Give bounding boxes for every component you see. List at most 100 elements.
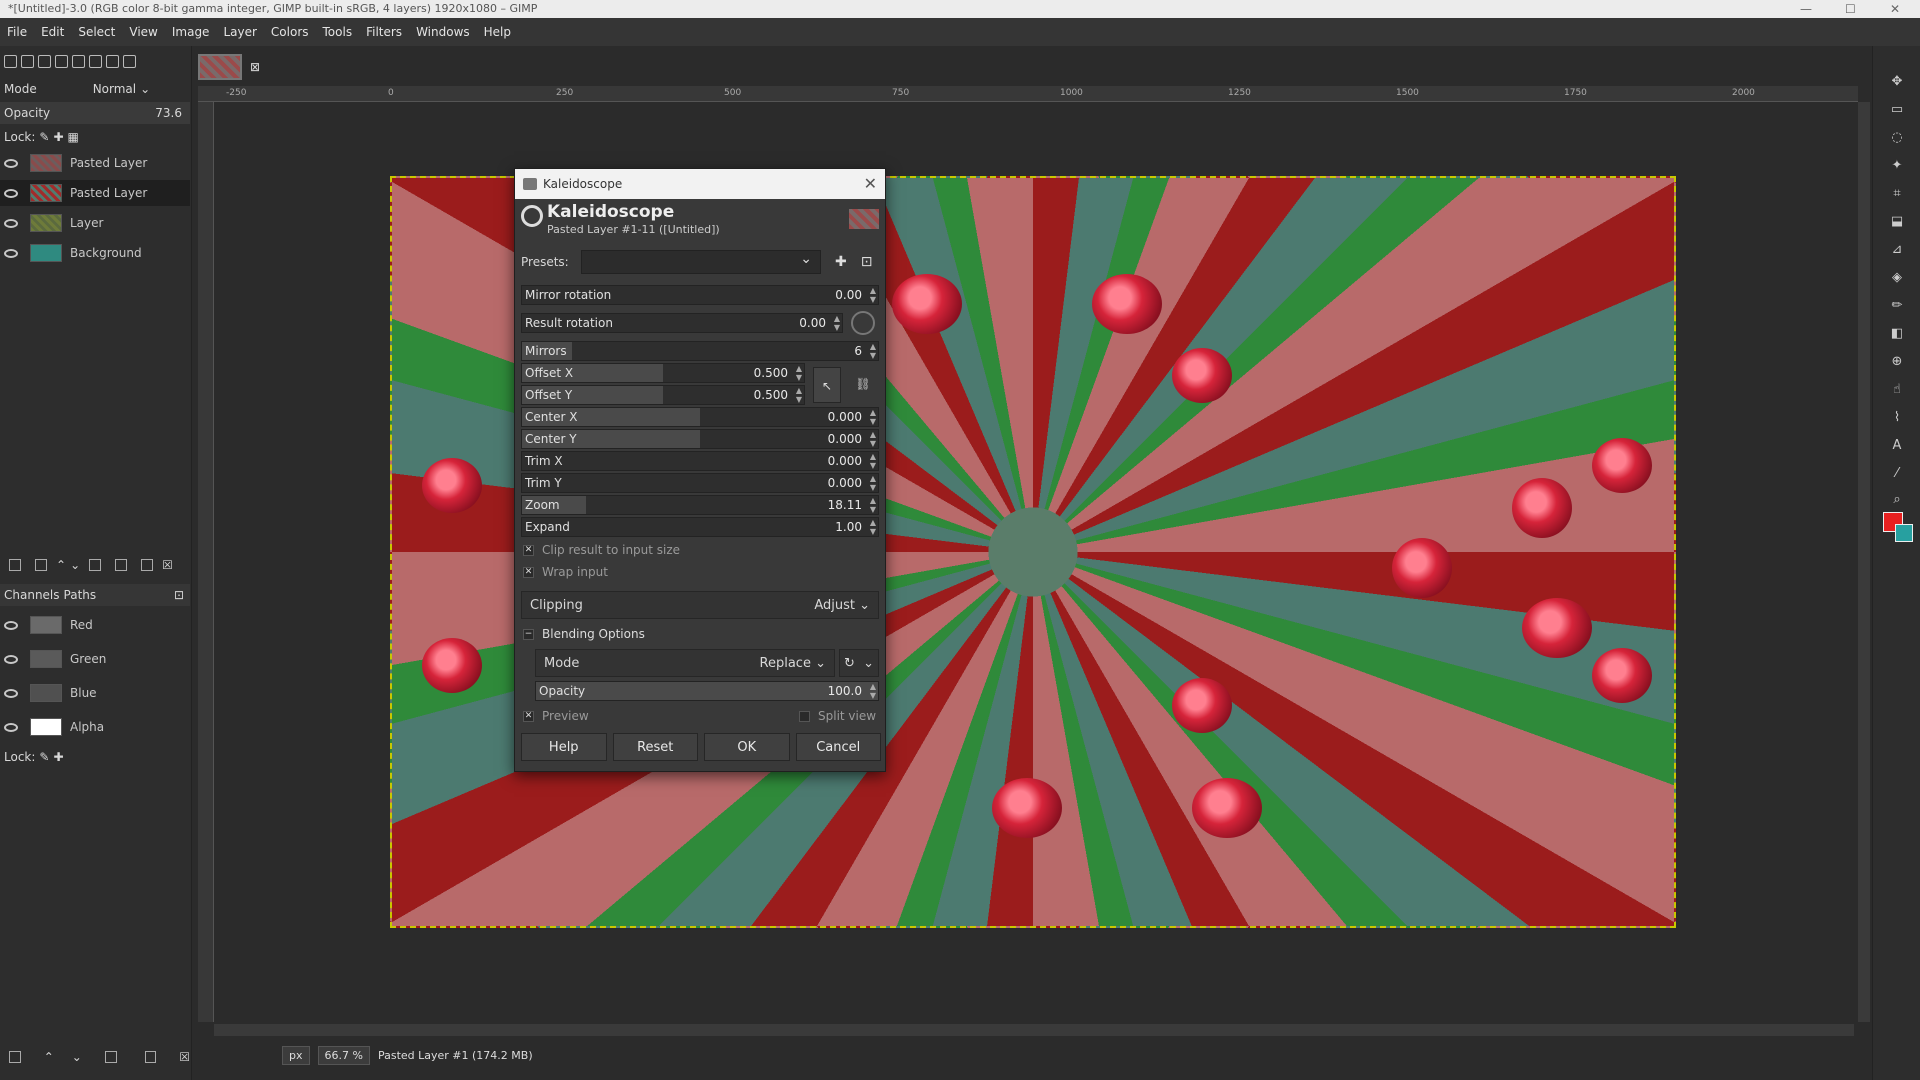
add-preset-icon[interactable]: ✚: [835, 254, 847, 270]
param-value[interactable]: 0.500: [754, 366, 788, 380]
duplicate-icon[interactable]: [89, 559, 102, 571]
rect-select-icon[interactable]: ▭: [1889, 102, 1905, 118]
menu-help[interactable]: Help: [477, 25, 518, 39]
checkbox-checked-icon[interactable]: ✕: [523, 566, 534, 578]
blend-opacity-spin[interactable]: Opacity 100.0 ▲ ▼: [535, 681, 879, 701]
maximize-icon[interactable]: ☐: [1845, 0, 1856, 18]
eraser-icon[interactable]: ◧: [1889, 326, 1905, 342]
color-picker-icon[interactable]: ⁄: [1889, 466, 1905, 482]
trim-x-spin[interactable]: Trim X 0.000 ▲ ▼: [521, 451, 879, 471]
device-tab-icon[interactable]: [55, 54, 68, 68]
channel-row[interactable]: Alpha: [0, 714, 190, 740]
image-tab-thumbnail[interactable]: [198, 54, 242, 80]
unit-select[interactable]: px: [282, 1045, 310, 1065]
chevron-down-icon[interactable]: ⌄: [140, 82, 150, 96]
spin-arrows-icon[interactable]: ▲ ▼: [870, 452, 876, 470]
channel-row[interactable]: Blue: [0, 680, 190, 706]
lock-position-icon[interactable]: ✚: [53, 750, 63, 764]
chevron-up-icon[interactable]: ⌃: [56, 558, 66, 572]
param-value[interactable]: 6: [854, 344, 862, 358]
bucket-fill-icon[interactable]: ◈: [1889, 270, 1905, 286]
tab-menu-icon[interactable]: ⊡: [174, 588, 184, 602]
result-rotation-spin[interactable]: Result rotation 0.00 ▲ ▼: [521, 313, 843, 333]
new-group-icon[interactable]: [35, 559, 47, 571]
channel-row[interactable]: Green: [0, 646, 190, 672]
layer-row[interactable]: Pasted Layer: [0, 150, 190, 176]
lock-pixels-icon[interactable]: ✎: [39, 750, 49, 764]
move-tool-icon[interactable]: ✥: [1889, 74, 1905, 90]
to-selection-icon[interactable]: [144, 1051, 157, 1063]
param-value[interactable]: 18.11: [828, 498, 862, 512]
horizontal-scrollbar[interactable]: [214, 1024, 1854, 1036]
chain-link-icon[interactable]: ⛓: [851, 365, 875, 403]
eye-icon[interactable]: [4, 620, 18, 630]
spin-arrows-icon[interactable]: ▲ ▼: [870, 430, 876, 448]
checkbox-checked-icon[interactable]: ✕: [523, 710, 534, 722]
mask-icon[interactable]: [141, 559, 154, 571]
param-value[interactable]: 0.500: [754, 388, 788, 402]
wrap-input-checkbox[interactable]: ✕ Wrap input: [523, 565, 608, 579]
param-value[interactable]: 0.000: [828, 432, 862, 446]
chevron-down-icon[interactable]: ⌄: [70, 558, 80, 572]
menu-layer[interactable]: Layer: [216, 25, 263, 39]
spin-arrows-icon[interactable]: ▲ ▼: [796, 386, 802, 404]
lasso-icon[interactable]: ◌: [1889, 130, 1905, 146]
eye-icon[interactable]: [4, 188, 18, 198]
zoom-tool-icon[interactable]: ⌕: [1889, 492, 1905, 508]
reset-button[interactable]: Reset: [612, 733, 698, 761]
menu-image[interactable]: Image: [165, 25, 217, 39]
offset-x-spin[interactable]: Offset X 0.500 ▲ ▼: [521, 363, 805, 383]
layers-tab-icon[interactable]: [4, 54, 17, 68]
minimize-icon[interactable]: —: [1800, 0, 1812, 18]
menu-colors[interactable]: Colors: [264, 25, 316, 39]
preset-menu-icon[interactable]: ⊡: [861, 254, 873, 270]
angle-dial-icon[interactable]: [851, 311, 875, 335]
eye-icon[interactable]: [4, 688, 18, 698]
spin-arrows-icon[interactable]: ▲ ▼: [870, 286, 876, 304]
list-tab-icon[interactable]: [89, 54, 102, 68]
layer-row-selected[interactable]: Pasted Layer: [0, 180, 190, 206]
paintbrush-icon[interactable]: ✏: [1889, 298, 1905, 314]
duplicate-icon[interactable]: [104, 1051, 117, 1063]
menu-filters[interactable]: Filters: [359, 25, 409, 39]
spin-arrows-icon[interactable]: ▲ ▼: [870, 496, 876, 514]
param-value[interactable]: 1.00: [835, 520, 862, 534]
dialog-close-icon[interactable]: ✕: [864, 169, 877, 199]
vertical-scrollbar[interactable]: [1858, 102, 1870, 1022]
param-value[interactable]: 0.00: [835, 288, 862, 302]
trim-y-spin[interactable]: Trim Y 0.000 ▲ ▼: [521, 473, 879, 493]
warp-icon[interactable]: ⊿: [1889, 242, 1905, 258]
layer-row[interactable]: Background: [0, 240, 190, 266]
tab-paths[interactable]: Paths: [64, 588, 97, 602]
zoom-spin[interactable]: Zoom 18.11 ▲ ▼: [521, 495, 879, 515]
delete-icon[interactable]: ☒: [179, 1050, 190, 1064]
fuzzy-select-icon[interactable]: ✦: [1889, 158, 1905, 174]
center-y-spin[interactable]: Center Y 0.000 ▲ ▼: [521, 429, 879, 449]
spin-arrows-icon[interactable]: ▲ ▼: [870, 518, 876, 536]
blending-options-expander[interactable]: − Blending Options: [523, 627, 645, 641]
paths-icon[interactable]: ⌇: [1889, 410, 1905, 426]
param-value[interactable]: 0.000: [828, 476, 862, 490]
anchor-icon[interactable]: [115, 559, 128, 571]
pick-coordinates-icon[interactable]: ↖: [813, 367, 841, 403]
zoom-select[interactable]: 66.7 %: [317, 1045, 370, 1065]
close-tab-icon[interactable]: ⊠: [250, 60, 260, 74]
menu-view[interactable]: View: [122, 25, 164, 39]
cancel-button[interactable]: Cancel: [795, 733, 881, 761]
menu-select[interactable]: Select: [71, 25, 122, 39]
collapse-icon[interactable]: −: [523, 628, 534, 640]
tab-channels[interactable]: Channels: [4, 588, 60, 602]
spin-arrows-icon[interactable]: ▲ ▼: [870, 682, 876, 700]
image-tab-icon[interactable]: [72, 54, 85, 68]
presets-select[interactable]: [581, 250, 821, 274]
clipping-select[interactable]: Clipping Adjust ⌄: [521, 591, 879, 619]
menu-windows[interactable]: Windows: [409, 25, 477, 39]
undo-tab-icon[interactable]: [106, 54, 119, 68]
eye-icon[interactable]: [4, 218, 18, 228]
chevron-right-icon[interactable]: [123, 54, 136, 68]
eye-icon[interactable]: [4, 158, 18, 168]
spin-arrows-icon[interactable]: ▲ ▼: [870, 474, 876, 492]
spin-arrows-icon[interactable]: ▲ ▼: [870, 408, 876, 426]
pencil-tab-icon[interactable]: [38, 54, 51, 68]
menu-edit[interactable]: Edit: [34, 25, 71, 39]
